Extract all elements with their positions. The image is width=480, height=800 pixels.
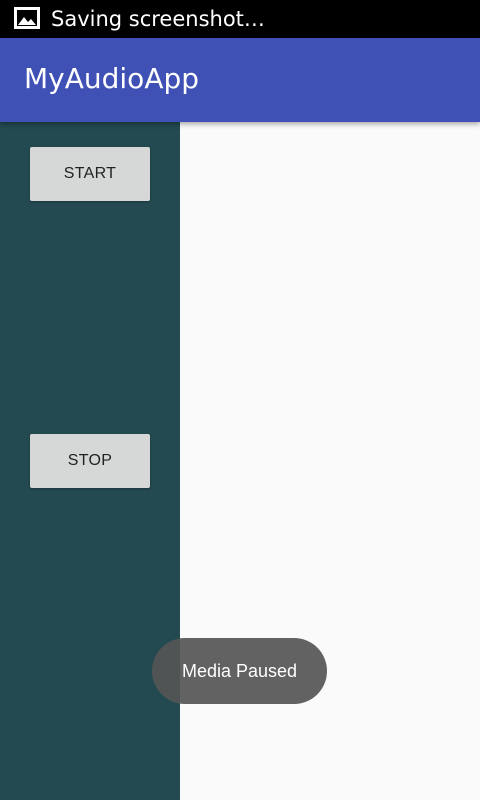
toast-text: Media Paused	[181, 660, 298, 681]
status-notification-text: Saving screenshot…	[51, 7, 265, 31]
image-icon	[14, 7, 40, 29]
app-bar: MyAudioApp	[0, 38, 480, 122]
app-title: MyAudioApp	[24, 62, 200, 95]
status-bar: Saving screenshot…	[0, 0, 480, 38]
app-screen: Saving screenshot… MyAudioApp START STOP…	[0, 0, 480, 800]
stop-button[interactable]: STOP	[30, 434, 150, 488]
toast-message: Media Paused	[152, 638, 327, 704]
start-button[interactable]: START	[30, 147, 150, 201]
